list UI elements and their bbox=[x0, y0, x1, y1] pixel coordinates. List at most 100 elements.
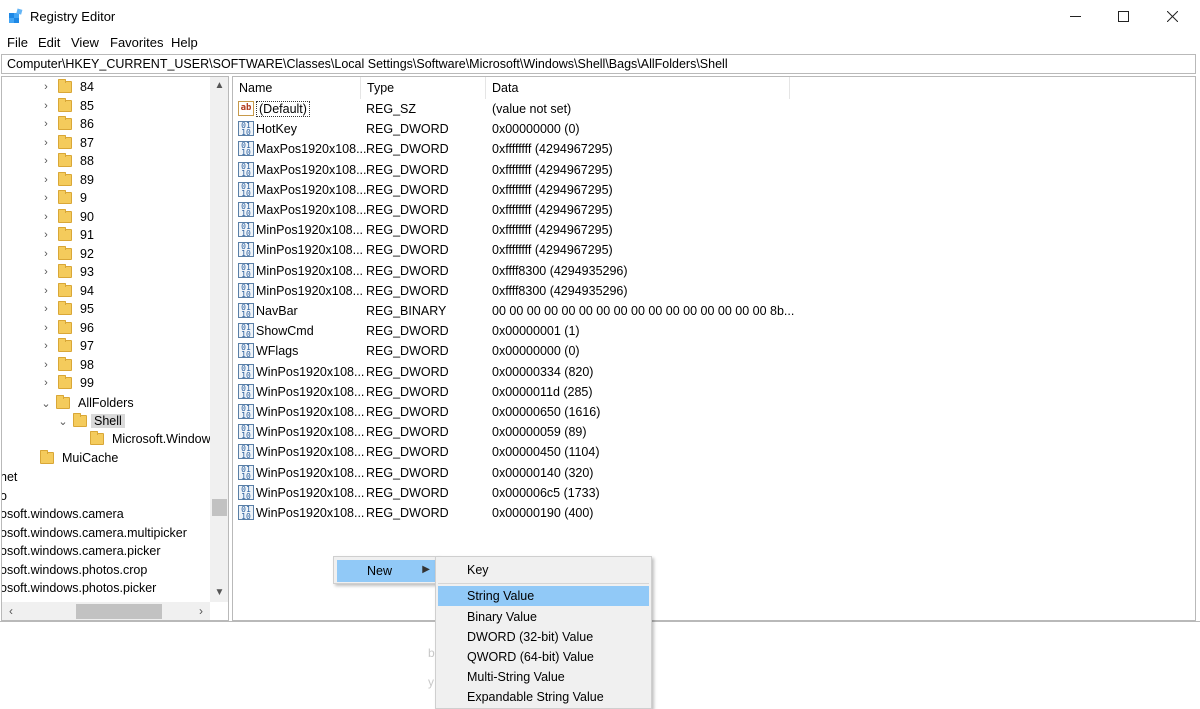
value-row[interactable]: 01 10 MinPos1920x108... REG_DWORD 0xffffffff… bbox=[233, 220, 1195, 240]
scroll-left-arrow-icon[interactable]: ‹ bbox=[2, 602, 20, 620]
value-row[interactable]: ab (Default) REG_SZ (value not set) bbox=[233, 99, 1195, 119]
scrollbar-thumb[interactable] bbox=[212, 499, 227, 516]
chevron-right-icon[interactable]: › bbox=[40, 211, 52, 223]
value-row[interactable]: 01 10 WinPos1920x108... REG_DWORD 0x000006c5… bbox=[233, 483, 1195, 503]
value-row[interactable]: 01 10 WFlags REG_DWORD 0x00000000 (0) bbox=[233, 341, 1195, 361]
value-row[interactable]: 01 10 WinPos1920x108... REG_DWORD 0x00000190… bbox=[233, 503, 1195, 523]
value-row[interactable]: 01 10 MaxPos1920x108... REG_DWORD 0xffffffff… bbox=[233, 139, 1195, 159]
menu-help[interactable]: Help bbox=[171, 35, 198, 50]
folder-icon bbox=[58, 356, 72, 371]
chevron-right-icon[interactable]: › bbox=[40, 248, 52, 260]
submenu-string-value[interactable]: String Value bbox=[438, 586, 649, 606]
value-row[interactable]: 01 10 ShowCmd REG_DWORD 0x00000001 (1) bbox=[233, 321, 1195, 341]
value-row[interactable]: 01 10 WinPos1920x108... REG_DWORD 0x00000059… bbox=[233, 422, 1195, 442]
tree-item-key[interactable]: osoft.windows.camera.multipicker bbox=[2, 524, 187, 542]
value-row[interactable]: 01 10 WinPos1920x108... REG_DWORD 0x00000334… bbox=[233, 362, 1195, 382]
minimize-button[interactable] bbox=[1050, 0, 1100, 33]
tree-item-key[interactable]: › 96 bbox=[40, 319, 94, 337]
submenu-expandable-string-value[interactable]: Expandable String Value bbox=[438, 687, 649, 707]
tree-item-key[interactable]: › 93 bbox=[40, 263, 94, 281]
maximize-button[interactable] bbox=[1098, 0, 1148, 33]
key-tree-pane[interactable]: › 84 › 85 › 86 › 87 › 88 › 89 › 9 › 90 › 91 › 92 › 93 › 94 › 95 › 9… bbox=[1, 76, 229, 621]
tree-item-key[interactable]: › 89 bbox=[40, 171, 94, 189]
submenu-multi-string-value[interactable]: Multi-String Value bbox=[438, 667, 649, 687]
value-row[interactable]: 01 10 HotKey REG_DWORD 0x00000000 (0) bbox=[233, 119, 1195, 139]
tree-item-key[interactable]: › 86 bbox=[40, 115, 94, 133]
value-name: WinPos1920x108... bbox=[256, 425, 365, 440]
chevron-right-icon[interactable]: › bbox=[40, 174, 52, 186]
column-header-type[interactable]: Type bbox=[361, 77, 486, 99]
submenu-dword-value[interactable]: DWORD (32-bit) Value bbox=[438, 627, 649, 647]
tree-horizontal-scrollbar[interactable]: ‹ › bbox=[2, 602, 210, 620]
chevron-right-icon[interactable]: › bbox=[40, 81, 52, 93]
chevron-right-icon[interactable]: › bbox=[40, 340, 52, 352]
menu-view[interactable]: View bbox=[71, 35, 99, 50]
context-menu-new[interactable]: New ▶ bbox=[337, 560, 436, 582]
value-row[interactable]: 01 10 MaxPos1920x108... REG_DWORD 0xffffffff… bbox=[233, 200, 1195, 220]
chevron-right-icon[interactable]: › bbox=[40, 229, 52, 241]
chevron-right-icon[interactable]: › bbox=[40, 100, 52, 112]
tree-item-key[interactable]: › 95 bbox=[40, 300, 94, 318]
tree-item-key[interactable]: › 92 bbox=[40, 245, 94, 263]
chevron-right-icon[interactable]: › bbox=[40, 303, 52, 315]
submenu-binary-value[interactable]: Binary Value bbox=[438, 607, 649, 627]
tree-item-key[interactable]: › 98 bbox=[40, 356, 94, 374]
tree-item-key[interactable]: › 97 bbox=[40, 337, 94, 355]
tree-item-key[interactable]: › 91 bbox=[40, 226, 94, 244]
submenu-key[interactable]: Key bbox=[438, 560, 649, 580]
values-list-pane[interactable]: Name Type Data ab (Default) REG_SZ (value n… bbox=[232, 76, 1196, 621]
tree-item-key[interactable]: osoft.windows.photos.crop bbox=[2, 561, 147, 579]
tree-item-key[interactable]: osoft.windows.camera bbox=[2, 505, 124, 523]
close-button[interactable] bbox=[1147, 0, 1197, 33]
tree-item-muicache[interactable]: MuiCache bbox=[40, 449, 118, 467]
scroll-up-arrow-icon[interactable]: ▲ bbox=[210, 77, 228, 95]
tree-item-key[interactable]: osoft.windows.photos.picker bbox=[2, 579, 156, 597]
value-row[interactable]: 01 10 MaxPos1920x108... REG_DWORD 0xffffffff… bbox=[233, 180, 1195, 200]
chevron-right-icon[interactable]: › bbox=[40, 322, 52, 334]
chevron-right-icon[interactable]: › bbox=[40, 137, 52, 149]
tree-item-key[interactable]: › 85 bbox=[40, 97, 94, 115]
menu-favorites[interactable]: Favorites bbox=[110, 35, 163, 50]
tree-item-allfolders[interactable]: ⌄ AllFolders bbox=[40, 394, 134, 412]
scrollbar-thumb[interactable] bbox=[76, 604, 162, 619]
tree-item-key[interactable]: › 94 bbox=[40, 282, 94, 300]
value-row[interactable]: 01 10 MinPos1920x108... REG_DWORD 0xffffffff… bbox=[233, 240, 1195, 260]
chevron-right-icon[interactable]: › bbox=[40, 359, 52, 371]
chevron-right-icon[interactable]: › bbox=[40, 377, 52, 389]
tree-item-key[interactable]: › 84 bbox=[40, 78, 94, 96]
tree-item-key[interactable]: o bbox=[2, 487, 7, 505]
chevron-right-icon[interactable]: › bbox=[40, 285, 52, 297]
address-bar[interactable]: Computer\HKEY_CURRENT_USER\SOFTWARE\Clas… bbox=[1, 54, 1196, 74]
chevron-down-icon[interactable]: ⌄ bbox=[57, 415, 69, 428]
chevron-down-icon[interactable]: ⌄ bbox=[40, 397, 52, 410]
chevron-right-icon[interactable]: › bbox=[40, 266, 52, 278]
tree-item-key[interactable]: › 87 bbox=[40, 134, 94, 152]
value-row[interactable]: 01 10 WinPos1920x108... REG_DWORD 0x00000650… bbox=[233, 402, 1195, 422]
value-row[interactable]: 01 10 NavBar REG_BINARY 00 00 00 00 00 00 00… bbox=[233, 301, 1195, 321]
column-header-name[interactable]: Name bbox=[233, 77, 361, 99]
tree-item-microsoft-window[interactable]: Microsoft.Window bbox=[90, 430, 211, 448]
scroll-down-arrow-icon[interactable]: ▼ bbox=[210, 584, 228, 602]
tree-item-key[interactable]: osoft.windows.camera.picker bbox=[2, 542, 160, 560]
submenu-qword-value[interactable]: QWORD (64-bit) Value bbox=[438, 647, 649, 667]
tree-item-key[interactable]: › 90 bbox=[40, 208, 94, 226]
value-row[interactable]: 01 10 WinPos1920x108... REG_DWORD 0x00000140… bbox=[233, 463, 1195, 483]
value-row[interactable]: 01 10 MinPos1920x108... REG_DWORD 0xffff8300… bbox=[233, 281, 1195, 301]
chevron-right-icon[interactable]: › bbox=[40, 118, 52, 130]
column-header-data[interactable]: Data bbox=[486, 77, 790, 99]
chevron-right-icon[interactable]: › bbox=[40, 155, 52, 167]
value-row[interactable]: 01 10 WinPos1920x108... REG_DWORD 0x00000450… bbox=[233, 442, 1195, 462]
tree-vertical-scrollbar[interactable]: ▲ ▼ bbox=[210, 77, 228, 602]
menu-edit[interactable]: Edit bbox=[38, 35, 60, 50]
value-row[interactable]: 01 10 WinPos1920x108... REG_DWORD 0x0000011d… bbox=[233, 382, 1195, 402]
chevron-right-icon[interactable]: › bbox=[40, 192, 52, 204]
menu-file[interactable]: File bbox=[7, 35, 28, 50]
tree-item-key[interactable]: › 9 bbox=[40, 189, 87, 207]
value-row[interactable]: 01 10 MaxPos1920x108... REG_DWORD 0xffffffff… bbox=[233, 160, 1195, 180]
tree-item-key[interactable]: › 88 bbox=[40, 152, 94, 170]
scroll-right-arrow-icon[interactable]: › bbox=[192, 602, 210, 620]
tree-item-key[interactable]: › 99 bbox=[40, 374, 94, 392]
value-row[interactable]: 01 10 MinPos1920x108... REG_DWORD 0xffff8300… bbox=[233, 261, 1195, 281]
tree-item-shell[interactable]: ⌄ Shell bbox=[57, 412, 125, 430]
tree-item-key[interactable]: net bbox=[2, 468, 17, 486]
